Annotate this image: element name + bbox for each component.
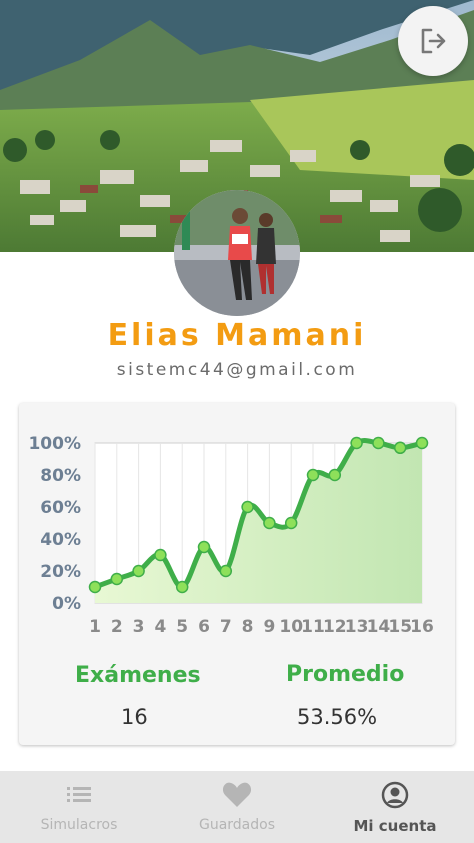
x-tick-label: 2 [111, 617, 123, 637]
average-label: Promedio [286, 662, 405, 687]
list-icon [67, 787, 91, 802]
profile-name: Elias Mamani [107, 318, 367, 353]
y-tick-label: 40% [40, 530, 81, 550]
data-point [372, 436, 385, 450]
logout-button[interactable] [398, 6, 468, 76]
x-tick-label: 9 [263, 617, 275, 637]
x-tick-label: 10 [279, 617, 303, 637]
data-point [393, 441, 407, 455]
x-tick-label: 12 [323, 617, 347, 637]
x-tick-label: 1 [89, 617, 101, 637]
bottom-tab-bar: Simulacros Guardados Mi cuenta [0, 771, 474, 843]
exams-label: Exámenes [75, 663, 201, 688]
data-point [241, 500, 254, 514]
y-tick-label: 20% [40, 562, 81, 582]
x-tick-label: 8 [242, 617, 254, 637]
x-tick-label: 5 [176, 617, 188, 637]
x-tick-label: 11 [301, 617, 325, 637]
data-point [110, 572, 124, 586]
tab-guardados[interactable]: Guardados [158, 771, 316, 843]
logout-icon [421, 28, 446, 54]
profile-email: sistemc44@gmail.com [116, 360, 358, 380]
exams-value: 16 [121, 705, 148, 729]
user-circle-icon [381, 781, 409, 809]
data-point [306, 468, 320, 482]
avatar-photo [174, 190, 300, 316]
x-tick-label: 7 [220, 617, 232, 637]
avatar[interactable] [174, 190, 300, 316]
stats-card: 100% 80% 60% 40% 20% 0% 1 2 3 4 5 6 7 8 9 10 11 12 13 14 15 1… [19, 403, 455, 745]
average-value: 53.56% [297, 705, 378, 729]
data-point [350, 436, 363, 450]
tab-guardados-label: Guardados [198, 817, 276, 833]
data-point [154, 548, 167, 562]
y-tick-label: 80% [40, 466, 81, 486]
x-tick-label: 3 [133, 617, 145, 637]
x-tick-label: 13 [345, 617, 369, 637]
data-point [284, 516, 298, 530]
x-tick-label: 16 [410, 617, 434, 637]
x-tick-label: 15 [388, 617, 412, 637]
data-point [263, 516, 276, 530]
data-point [197, 540, 211, 554]
data-point [88, 580, 102, 594]
tab-simulacros-label: Simulacros [40, 817, 118, 833]
x-tick-label: 6 [198, 617, 210, 637]
y-tick-label: 60% [40, 498, 81, 518]
heart-icon [222, 782, 252, 807]
data-point [328, 468, 342, 482]
data-point [132, 564, 145, 578]
tab-mi-cuenta[interactable]: Mi cuenta [316, 771, 474, 843]
y-tick-label: 0% [52, 594, 81, 614]
x-tick-label: 14 [367, 617, 391, 637]
tab-mi-cuenta-label: Mi cuenta [353, 817, 437, 835]
x-tick-label: 4 [154, 617, 166, 637]
data-point [219, 564, 233, 578]
tab-simulacros[interactable]: Simulacros [0, 771, 158, 843]
data-point [175, 580, 189, 594]
progress-chart: 100%80%60%40%20%0%1 2 3 4 5 6 7 8 9 1011121314151… [28, 434, 434, 637]
data-point [415, 436, 429, 450]
y-tick-label: 100% [28, 434, 81, 454]
